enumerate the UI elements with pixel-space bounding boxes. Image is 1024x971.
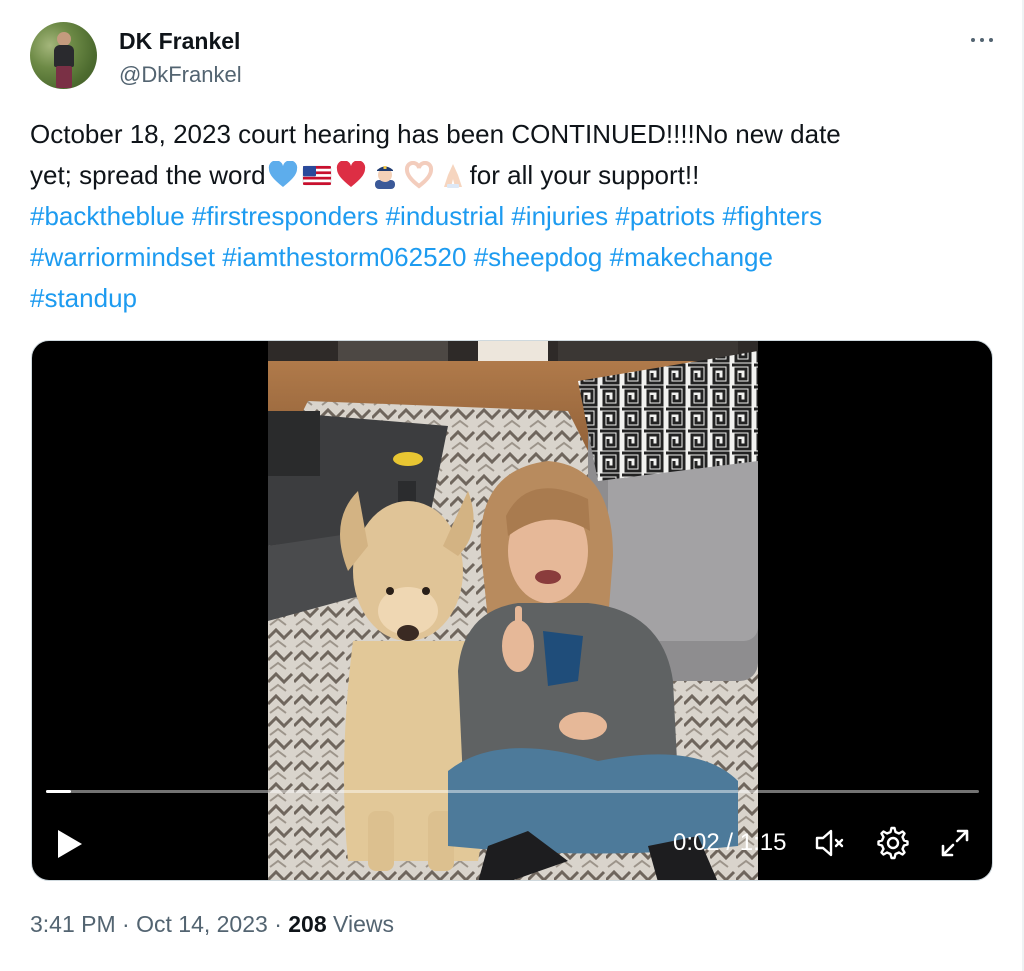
hashtag-link[interactable]: #sheepdog: [474, 242, 603, 272]
avatar[interactable]: [30, 22, 97, 89]
hashtag-line: #backtheblue #firstresponders #industria…: [30, 196, 990, 237]
hashtag-link[interactable]: #patriots: [615, 201, 715, 231]
hashtag-link[interactable]: #warriormindset: [30, 242, 215, 272]
tweet-text-line: October 18, 2023 court hearing has been …: [30, 114, 990, 155]
blue-heart-icon: [268, 160, 298, 188]
author-display-name[interactable]: DK Frankel: [119, 28, 240, 55]
gear-icon: [877, 826, 909, 860]
settings-button[interactable]: [875, 825, 911, 861]
play-button[interactable]: [54, 827, 86, 861]
hashtag-link[interactable]: #backtheblue: [30, 201, 185, 231]
hashtag-line: #standup: [30, 278, 990, 319]
tweet-time[interactable]: 3:41 PM: [30, 911, 116, 937]
play-icon: [58, 830, 82, 858]
more-options-button[interactable]: [964, 26, 1000, 54]
red-heart-icon: [336, 160, 366, 188]
tweet-date[interactable]: Oct 14, 2023: [136, 911, 268, 937]
hashtag-link[interactable]: #standup: [30, 283, 137, 313]
more-horizontal-icon: [971, 38, 975, 42]
hashtag-link[interactable]: #injuries: [511, 201, 608, 231]
tweet-header: DK Frankel @DkFrankel: [30, 22, 1000, 92]
progress-bar[interactable]: [46, 790, 979, 793]
video-player[interactable]: 0:02 / 1:15: [31, 340, 993, 881]
hashtag-link[interactable]: #iamthestorm062520: [222, 242, 466, 272]
hashtag-line: #warriormindset #iamthestorm062520 #shee…: [30, 237, 990, 278]
hashtag-link[interactable]: #industrial: [386, 201, 505, 231]
tweet-text-line: yet; spread the word for all your support…: [30, 155, 990, 196]
footer-separator: ·: [274, 911, 282, 937]
tweet-text-segment: for all your support!!: [469, 160, 700, 190]
footer-separator: ·: [122, 911, 130, 937]
tweet-card: DK Frankel @DkFrankel October 18, 2023 c…: [0, 0, 1024, 971]
hashtag-link[interactable]: #makechange: [610, 242, 773, 272]
tweet-text-segment: October 18, 2023 court hearing has been …: [30, 119, 841, 149]
hashtag-link[interactable]: #firstresponders: [192, 201, 378, 231]
tweet-footer: 3:41 PM · Oct 14, 2023 · 208 Views: [30, 911, 394, 938]
video-frame[interactable]: [268, 341, 758, 880]
video-still: [268, 341, 758, 880]
us-flag-icon: [302, 160, 332, 188]
tweet-text-segment: yet; spread the word: [30, 160, 266, 190]
views-label[interactable]: Views: [333, 911, 394, 937]
author-handle[interactable]: @DkFrankel: [119, 62, 242, 88]
hashtag-link[interactable]: #fighters: [722, 201, 822, 231]
progress-fill: [46, 790, 72, 793]
views-count[interactable]: 208: [288, 911, 326, 937]
mute-button[interactable]: [813, 825, 849, 861]
fullscreen-icon: [941, 829, 969, 857]
muted-speaker-icon: [815, 829, 844, 857]
avatar-figure: [54, 32, 74, 88]
time-readout: 0:02 / 1:15: [673, 829, 787, 856]
tweet-text: October 18, 2023 court hearing has been …: [30, 114, 990, 319]
fullscreen-button[interactable]: [937, 825, 973, 861]
police-officer-icon: [370, 160, 400, 189]
folded-hands-icon: [438, 160, 468, 188]
heart-hands-icon: [404, 160, 434, 189]
